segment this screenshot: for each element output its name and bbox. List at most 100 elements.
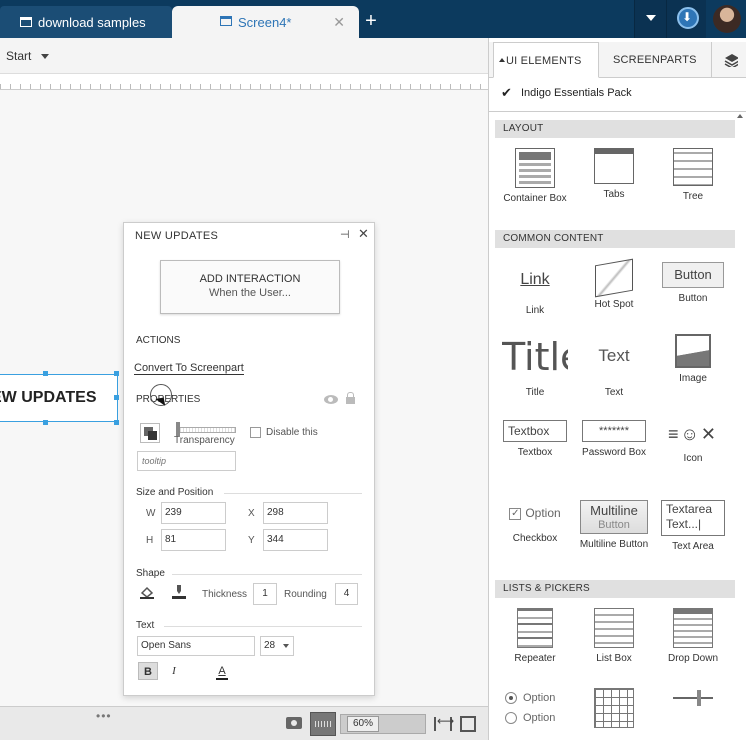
category-common-content[interactable]: COMMON CONTENT [495,230,735,248]
element-icon[interactable]: ≡☺✕ Icon [653,420,733,465]
element-data-grid[interactable] [574,688,654,728]
element-container-box[interactable]: Container Box [495,148,575,205]
hot-spot-icon [595,258,633,298]
camera-icon[interactable] [286,717,302,729]
element-drop-down[interactable]: Drop Down [653,608,733,665]
checkbox-preview-label: Option [525,506,561,520]
y-input[interactable]: 344 [263,529,328,551]
transparency-slider[interactable] [176,427,236,433]
drag-handle-icon[interactable]: ••• [96,709,112,723]
color-swatch[interactable] [140,423,160,443]
element-text[interactable]: Text Text [574,334,654,399]
width-input[interactable]: 239 [161,502,226,524]
text-color-button[interactable]: A [212,662,232,680]
thickness-input[interactable]: 1 [253,583,277,605]
element-label: Link [525,305,545,316]
disable-checkbox[interactable] [250,427,261,438]
pin-icon[interactable]: ⊣ [340,228,350,241]
element-radio-button[interactable]: Option Option [495,688,575,728]
resize-handle[interactable] [43,371,48,376]
close-icon[interactable]: ✕ [358,226,369,242]
bold-button[interactable]: B [138,662,158,680]
title-icon: Title [502,335,568,379]
scroll-up-icon[interactable] [737,114,743,118]
radio-button-icon: Option Option [495,688,575,728]
download-button[interactable] [666,0,706,38]
element-repeater[interactable]: Repeater [495,608,575,665]
top-tab-bar: download samples Screen4* ✕ + [0,0,746,38]
element-tree[interactable]: Tree [653,148,733,203]
element-label: List Box [596,653,632,664]
rounding-input[interactable]: 4 [335,583,358,605]
element-tabs[interactable]: Tabs [574,148,654,201]
user-avatar[interactable] [713,5,741,33]
element-text-area[interactable]: Textarea Text...| Text Area [653,500,733,553]
new-tab-button[interactable]: + [359,6,383,38]
horizontal-ruler [0,74,488,90]
visibility-eye-icon[interactable] [324,395,338,404]
tab-screen4[interactable]: Screen4* ✕ [172,6,359,38]
transparency-slider-thumb[interactable] [176,422,180,436]
fit-width-icon[interactable] [434,714,454,731]
download-icon [677,7,699,29]
tab-label: download samples [38,14,146,30]
data-grid-icon [594,688,634,728]
element-label: Title [525,387,545,398]
element-label: Repeater [514,653,556,664]
lock-icon[interactable] [346,392,355,404]
font-size-dropdown[interactable]: 28 [260,636,294,656]
italic-button[interactable]: I [164,662,184,680]
canvas-status-bar: ••• 60% [0,706,488,740]
divider [489,111,746,112]
close-tab-icon[interactable]: ✕ [333,14,345,31]
tab-ui-elements[interactable]: UI ELEMENTS [493,42,599,78]
convert-to-screenpart-link[interactable]: Convert To Screenpart [134,362,244,375]
element-textbox[interactable]: Textbox Textbox [495,420,575,459]
canvas-toolbar: Start [0,38,488,74]
tab-screenparts[interactable]: SCREENPARTS [613,42,697,78]
resize-handle[interactable] [114,420,119,425]
zoom-slider[interactable]: 60% [340,714,426,734]
category-lists-pickers[interactable]: LISTS & PICKERS [495,580,735,598]
font-family-input[interactable]: Open Sans [137,636,255,656]
element-link[interactable]: Link Link [495,262,575,317]
height-input[interactable]: 81 [161,529,226,551]
fill-color-icon[interactable] [140,585,154,599]
preview-line1: Textarea [666,502,713,516]
layers-button[interactable] [711,42,746,78]
x-input[interactable]: 298 [263,502,328,524]
selected-element-text: EW UPDATES [0,389,97,406]
element-hot-spot[interactable]: Hot Spot [574,258,654,311]
category-layout[interactable]: LAYOUT [495,120,735,138]
ruler-toggle-button[interactable] [310,712,336,736]
checkmark-icon: ✔ [501,85,512,100]
element-title[interactable]: Title Title [495,334,575,399]
element-list-box[interactable]: List Box [574,608,654,665]
slider-icon [673,688,713,708]
element-password-box[interactable]: ******* Password Box [574,420,654,459]
thickness-label: Thickness [202,589,248,600]
resize-handle[interactable] [43,420,48,425]
element-multiline-button[interactable]: Multiline Button Multiline Button [574,500,654,551]
selected-canvas-element[interactable]: EW UPDATES [0,374,118,422]
text-heading: Text [136,620,155,631]
fit-all-icon[interactable] [460,716,476,732]
tabs-dropdown-button[interactable] [634,0,666,38]
resize-handle[interactable] [114,371,119,376]
pack-selector[interactable]: Indigo Essentials Pack [521,87,632,99]
tree-icon [673,148,713,186]
element-label: Tree [682,191,704,202]
list-box-icon [594,608,634,648]
element-button[interactable]: Button Button [653,262,733,305]
tab-label: Screen4* [238,14,292,30]
tab-download-samples[interactable]: download samples [0,6,172,38]
scenario-dropdown[interactable]: Start [6,49,49,63]
element-image[interactable]: Image [653,334,733,385]
stroke-color-icon[interactable] [172,585,186,599]
element-checkbox[interactable]: ✓ Option Checkbox [495,500,575,545]
resize-handle[interactable] [114,395,119,400]
tooltip-input[interactable] [137,451,236,471]
element-slider[interactable] [653,688,733,708]
add-interaction-button[interactable]: ADD INTERACTION When the User... [160,260,340,314]
text-icon: Text [598,346,630,365]
